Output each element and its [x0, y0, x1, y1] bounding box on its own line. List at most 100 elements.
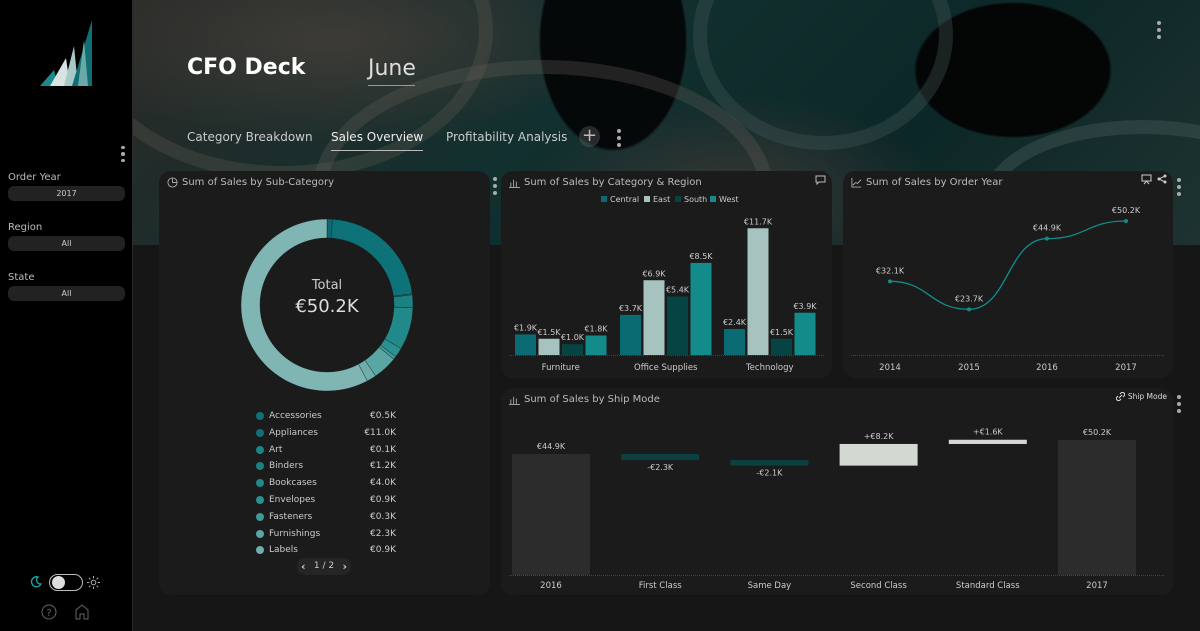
bar-label: €3.9K	[793, 302, 817, 311]
month-label: June	[368, 56, 416, 86]
add-tab-button[interactable]: +	[579, 126, 600, 147]
legend-item[interactable]: Accessories €0.5K	[256, 411, 396, 423]
point-label: €23.7K	[955, 294, 984, 303]
share-icon[interactable]	[1157, 174, 1167, 184]
data-point	[967, 307, 971, 312]
filter-order-year-dropdown[interactable]: 2017	[8, 186, 125, 201]
tabs-more-icon[interactable]	[617, 129, 621, 147]
bar-label: €6.9K	[642, 269, 666, 278]
x-tick-label: Second Class	[850, 581, 907, 591]
bar	[747, 228, 769, 355]
legend-dot	[256, 445, 264, 454]
sidebar-more-icon[interactable]	[121, 146, 125, 162]
bar-label: €1.8K	[584, 325, 608, 334]
sub-category-card-title: Sum of Sales by Sub-Category	[167, 177, 334, 188]
point-label: €44.9K	[1033, 224, 1062, 233]
legend-name: Accessories	[269, 411, 322, 421]
waterfall-label: +€1.6K	[973, 428, 1004, 437]
legend-swatch	[601, 196, 607, 202]
legend-label: South	[684, 195, 707, 204]
bar	[585, 335, 607, 355]
order-year-more-icon[interactable]	[1177, 178, 1181, 196]
filter-label-state: State	[8, 272, 35, 283]
theme-toggle[interactable]	[49, 574, 83, 591]
bar	[667, 296, 688, 355]
toggle-knob	[52, 576, 65, 589]
legend-item[interactable]: Art €0.1K	[256, 445, 396, 457]
ship-mode-more-icon[interactable]	[1177, 395, 1181, 413]
bar-label: €1.0K	[561, 333, 585, 342]
header-more-icon[interactable]	[1157, 21, 1161, 39]
tab-profitability-analysis[interactable]: Profitability Analysis	[446, 130, 567, 144]
waterfall-label: +€8.2K	[864, 432, 895, 441]
legend-name: Envelopes	[269, 495, 316, 505]
waterfall-label: €44.9K	[537, 442, 566, 451]
legend-swatch	[644, 196, 650, 202]
point-label: €32.1K	[876, 266, 905, 275]
logo-icon	[40, 20, 92, 86]
filter-region-dropdown[interactable]: All	[8, 236, 125, 251]
ship-mode-drill-link[interactable]: Ship Mode	[1115, 392, 1167, 401]
link-label: Ship Mode	[1127, 392, 1167, 401]
x-tick-label: First Class	[639, 581, 683, 591]
next-page-icon[interactable]: ›	[342, 558, 347, 575]
waterfall-label: -€2.1K	[756, 469, 783, 478]
filter-label-order-year: Order Year	[8, 172, 61, 183]
page-title: CFO Deck	[187, 55, 306, 80]
home-icon[interactable]	[74, 603, 90, 620]
legend-item[interactable]: Furnishings €2.3K	[256, 529, 396, 541]
legend-swatch	[675, 196, 681, 202]
present-icon[interactable]	[1141, 174, 1152, 185]
link-icon	[1115, 392, 1125, 401]
x-tick-label: Office Supplies	[634, 363, 698, 373]
waterfall-bar	[839, 443, 918, 466]
legend-item[interactable]: Labels €0.9K	[256, 545, 396, 557]
tab-sales-overview[interactable]: Sales Overview	[331, 130, 424, 151]
waterfall-bar	[730, 460, 809, 466]
legend-value: €4.0K	[370, 478, 396, 489]
legend-label: West	[719, 195, 739, 204]
legend-swatch	[710, 196, 716, 202]
x-tick-label: 2015	[958, 363, 980, 373]
legend-item[interactable]: Bookcases €4.0K	[256, 478, 396, 490]
data-point	[1124, 219, 1128, 223]
bar-label: €8.5K	[689, 252, 713, 261]
ship-mode-chart: €44.9K 2016 -€2.3K First Class -€2.1K Same Da…	[509, 428, 1165, 591]
sidebar: Order Year 2017 Region All State All ?	[0, 0, 133, 631]
line-chart-icon	[851, 177, 862, 188]
prev-page-icon[interactable]: ‹	[301, 558, 306, 575]
svg-text:?: ?	[46, 608, 51, 619]
legend-item[interactable]: Fasteners €0.3K	[256, 512, 396, 524]
card-title-text: Sum of Sales by Ship Mode	[524, 394, 660, 405]
bar-label: €1.5K	[537, 328, 561, 337]
sub-category-more-icon[interactable]	[493, 177, 497, 195]
donut-center-label: Total	[311, 278, 343, 293]
waterfall-bar	[621, 454, 700, 461]
theme-switch	[30, 574, 110, 592]
sun-icon	[87, 576, 100, 589]
legend-value: €0.5K	[370, 411, 396, 421]
category-region-card-title: Sum of Sales by Category & Region	[509, 177, 702, 188]
legend-name: Labels	[269, 545, 298, 556]
legend-name: Furnishings	[269, 528, 321, 539]
legend-item[interactable]: Appliances €11.0K	[256, 428, 396, 440]
bar-label: €3.7K	[619, 304, 643, 313]
bar	[538, 338, 560, 355]
comment-icon[interactable]	[815, 175, 826, 185]
legend-value: €1.2K	[370, 461, 396, 472]
x-tick-label: 2016	[540, 581, 562, 591]
waterfall-bar	[512, 454, 590, 575]
legend-dot	[256, 428, 264, 437]
help-icon[interactable]: ?	[41, 604, 57, 620]
legend-value: €0.9K	[370, 545, 396, 556]
bar	[690, 262, 712, 355]
tab-category-breakdown[interactable]: Category Breakdown	[187, 130, 313, 144]
bar-chart-icon	[509, 179, 520, 188]
x-tick-label: Standard Class	[956, 581, 1020, 591]
x-tick-label: Same Day	[748, 581, 792, 591]
x-tick-label: Furniture	[542, 363, 580, 373]
bar-label: €1.9K	[514, 323, 538, 332]
legend-item[interactable]: Envelopes €0.9K	[256, 495, 396, 507]
legend-item[interactable]: Binders €1.2K	[256, 461, 396, 473]
filter-state-dropdown[interactable]: All	[8, 286, 125, 301]
